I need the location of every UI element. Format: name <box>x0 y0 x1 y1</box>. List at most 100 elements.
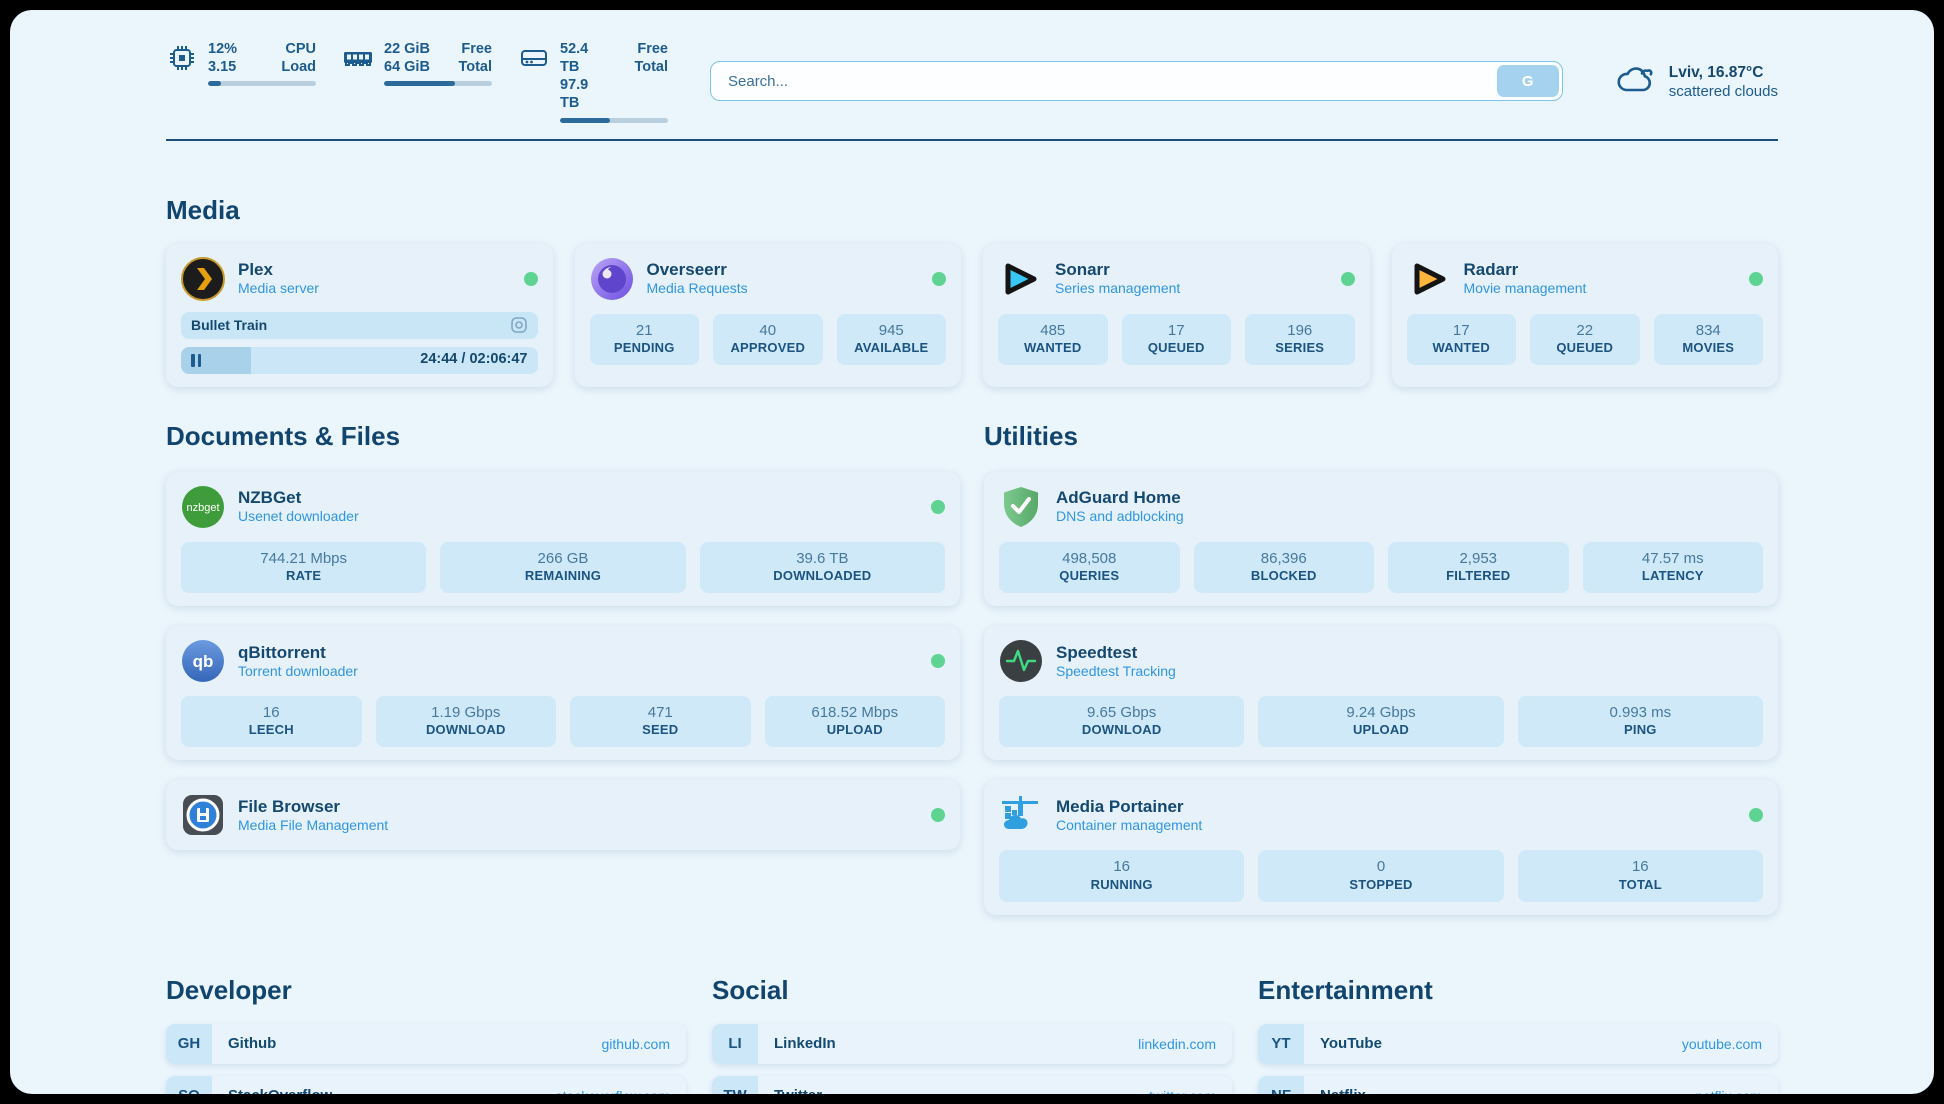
bookmarks-entertainment: Entertainment YT YouTube youtube.com NF … <box>1258 975 1778 1094</box>
stat-box: 618.52 Mbps UPLOAD <box>765 696 946 747</box>
bookmark-netflix[interactable]: NF Netflix netflix.com <box>1258 1076 1778 1094</box>
cloud-icon <box>1615 60 1657 102</box>
bookmark-name: StackOverflow <box>228 1087 332 1094</box>
overseerr-card[interactable]: Overseerr Media Requests 21 PENDING 40 A… <box>575 244 962 387</box>
bookmark-youtube[interactable]: YT YouTube youtube.com <box>1258 1024 1778 1064</box>
disk-free: 52.4 TB <box>560 40 608 76</box>
card-subtitle: Torrent downloader <box>238 663 358 681</box>
weather-location: Lviv, 16.87°C <box>1669 63 1778 83</box>
stat-box: 17 WANTED <box>1407 314 1517 365</box>
playback-time: 24:44 / 02:06:47 <box>420 351 527 367</box>
bookmark-url: twitter.com <box>1149 1088 1216 1094</box>
status-dot <box>932 272 946 286</box>
svg-text:qb: qb <box>193 652 214 671</box>
bookmarks-developer: Developer GH Github github.com SO StackO… <box>166 975 686 1094</box>
stat-box: 471 SEED <box>570 696 751 747</box>
speedtest-card[interactable]: Speedtest Speedtest Tracking 9.65 Gbps D… <box>984 626 1778 760</box>
sonarr-card[interactable]: Sonarr Series management 485 WANTED 17 Q… <box>983 244 1370 387</box>
radarr-card[interactable]: Radarr Movie management 17 WANTED 22 QUE… <box>1392 244 1779 387</box>
card-title: Plex <box>238 259 319 280</box>
cpu-progress-track <box>208 81 316 86</box>
dashboard-page: 12% 3.15 CPU Load <box>10 10 1934 1094</box>
stat-box: 39.6 TB DOWNLOADED <box>700 542 945 593</box>
stat-box: 86,396 BLOCKED <box>1194 542 1375 593</box>
session-icon[interactable] <box>510 316 528 334</box>
bookmark-url: github.com <box>602 1036 670 1052</box>
ram-label-1: Free <box>458 40 492 58</box>
status-dot <box>931 808 945 822</box>
stat-box: 17 QUEUED <box>1122 314 1232 365</box>
cpu-icon <box>166 42 198 74</box>
ram-icon <box>342 42 374 74</box>
bookmark-abbr: GH <box>166 1024 212 1064</box>
card-subtitle: Movie management <box>1464 280 1587 298</box>
cpu-stat: 12% 3.15 CPU Load <box>166 40 316 123</box>
disk-progress-track <box>560 118 668 123</box>
qbittorrent-icon: qb <box>181 639 225 683</box>
bookmarks-social: Social LI LinkedIn linkedin.com TW Twitt… <box>712 975 1232 1094</box>
sonarr-icon <box>998 257 1042 301</box>
disk-stat: 52.4 TB 97.9 TB Free Total <box>518 40 668 123</box>
adguard-card[interactable]: AdGuard Home DNS and adblocking 498,508 … <box>984 472 1778 606</box>
plex-card[interactable]: Plex Media server Bullet Train <box>166 244 553 387</box>
search-input[interactable] <box>714 73 1497 90</box>
bookmark-abbr: LI <box>712 1024 758 1064</box>
disk-icon <box>518 42 550 74</box>
overseerr-icon <box>590 257 634 301</box>
bookmark-name: Netflix <box>1320 1087 1366 1094</box>
filebrowser-icon <box>181 793 225 837</box>
bookmark-linkedin[interactable]: LI LinkedIn linkedin.com <box>712 1024 1232 1064</box>
stat-box: 196 SERIES <box>1245 314 1355 365</box>
search-engine-button[interactable]: G <box>1497 65 1559 97</box>
stat-box: 16 RUNNING <box>999 850 1244 901</box>
section-title-social: Social <box>712 975 1232 1006</box>
stat-box: 498,508 QUERIES <box>999 542 1180 593</box>
card-subtitle: Container management <box>1056 817 1202 835</box>
stat-box: 22 QUEUED <box>1530 314 1640 365</box>
bookmark-name: LinkedIn <box>774 1035 836 1052</box>
section-title-entertainment: Entertainment <box>1258 975 1778 1006</box>
card-subtitle: Media Requests <box>647 280 748 298</box>
nzbget-card[interactable]: nzbget NZBGet Usenet downloader 744.21 M… <box>166 472 960 606</box>
stat-box: 834 MOVIES <box>1654 314 1764 365</box>
bookmark-abbr: SO <box>166 1076 212 1094</box>
stat-box: 9.24 Gbps UPLOAD <box>1258 696 1503 747</box>
section-utilities: Utilities AdGuard <box>984 421 1778 915</box>
cpu-label-1: CPU <box>281 40 316 58</box>
now-playing-row: Bullet Train <box>181 312 538 339</box>
stat-box: 9.65 Gbps DOWNLOAD <box>999 696 1244 747</box>
ram-label-2: Total <box>458 58 492 76</box>
stat-box: 47.57 ms LATENCY <box>1583 542 1764 593</box>
section-title-developer: Developer <box>166 975 686 1006</box>
system-stats: 12% 3.15 CPU Load <box>166 40 668 123</box>
stat-box: 266 GB REMAINING <box>440 542 685 593</box>
stat-box: 40 APPROVED <box>713 314 823 365</box>
card-subtitle: DNS and adblocking <box>1056 508 1184 526</box>
bookmark-twitter[interactable]: TW Twitter twitter.com <box>712 1076 1232 1094</box>
bookmark-github[interactable]: GH Github github.com <box>166 1024 686 1064</box>
bookmark-url: linkedin.com <box>1138 1036 1216 1052</box>
section-documents: Documents & Files nzbget NZBGet Usenet d <box>166 421 960 915</box>
card-title: AdGuard Home <box>1056 487 1184 508</box>
adguard-icon <box>999 485 1043 529</box>
card-subtitle: Media server <box>238 280 319 298</box>
stat-box: 21 PENDING <box>590 314 700 365</box>
pause-icon <box>191 354 201 367</box>
weather-widget: Lviv, 16.87°C scattered clouds <box>1615 60 1778 102</box>
card-title: File Browser <box>238 796 388 817</box>
bookmark-url: youtube.com <box>1682 1036 1762 1052</box>
portainer-card[interactable]: Media Portainer Container management 16 … <box>984 780 1778 914</box>
qbittorrent-card[interactable]: qb qBittorrent Torrent downloader 16 LEE… <box>166 626 960 760</box>
section-title-documents: Documents & Files <box>166 421 960 452</box>
filebrowser-card[interactable]: File Browser Media File Management <box>166 780 960 850</box>
bookmark-abbr: YT <box>1258 1024 1304 1064</box>
cpu-percent: 12% <box>208 40 237 58</box>
disk-label-1: Free <box>634 40 668 58</box>
stat-box: 2,953 FILTERED <box>1388 542 1569 593</box>
section-title-media: Media <box>166 195 1778 226</box>
playback-progress: 24:44 / 02:06:47 <box>181 347 538 374</box>
ram-total: 64 GiB <box>384 58 430 76</box>
card-title: Overseerr <box>647 259 748 280</box>
bookmark-abbr: TW <box>712 1076 758 1094</box>
bookmark-stackoverflow[interactable]: SO StackOverflow stackoverflow.com <box>166 1076 686 1094</box>
